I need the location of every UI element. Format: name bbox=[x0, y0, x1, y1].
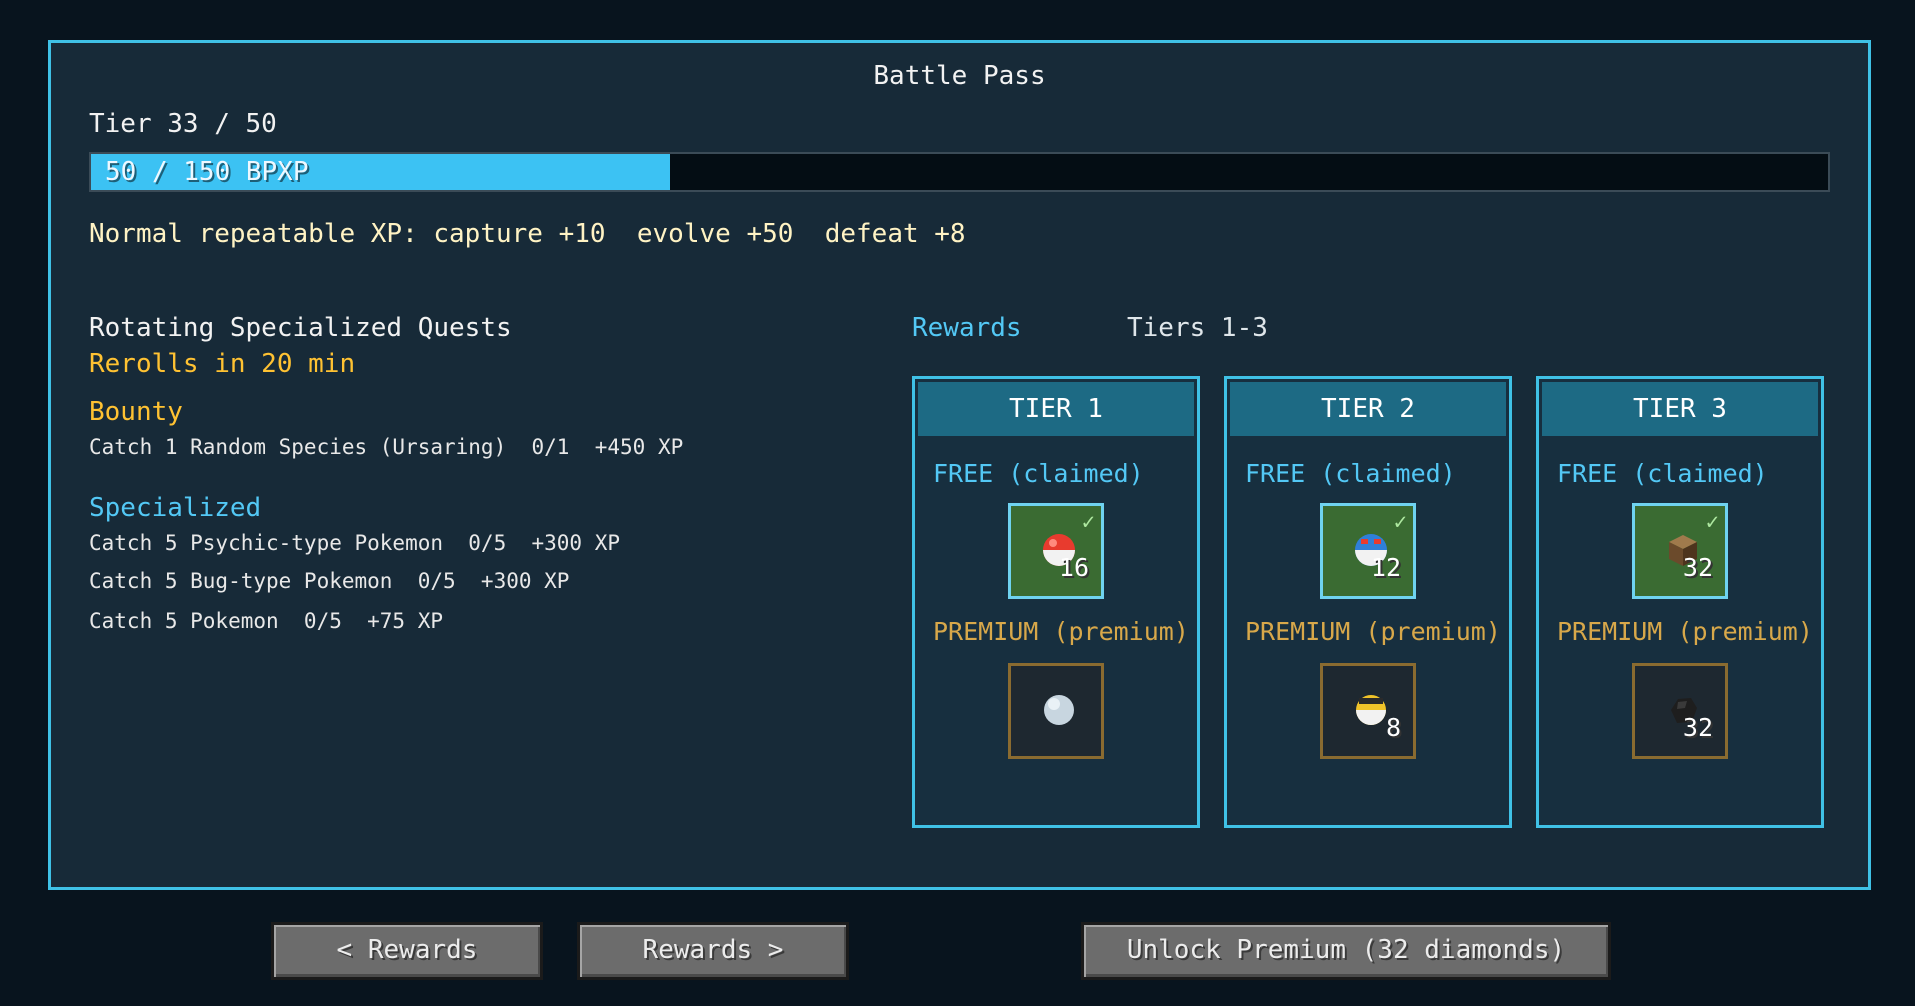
premium-reward-label: PREMIUM (premium) bbox=[933, 617, 1189, 646]
tier-label: Tier 33 / 50 bbox=[89, 109, 277, 139]
xp-progress-bar: 50 / 150 BPXP bbox=[89, 152, 1830, 192]
premium-reward-label: PREMIUM (premium) bbox=[1557, 617, 1813, 646]
claimed-check-icon: ✓ bbox=[1081, 510, 1095, 535]
tier-title: TIER 2 bbox=[1230, 382, 1506, 436]
tier-title: TIER 3 bbox=[1542, 382, 1818, 436]
specialized-quest: Catch 5 Bug-type Pokemon 0/5 +300 XP bbox=[89, 569, 570, 593]
reroll-timer: Rerolls in 20 min bbox=[89, 349, 356, 379]
free-reward-slot[interactable]: ✓ 32 bbox=[1632, 503, 1728, 599]
normal-xp-info: Normal repeatable XP: capture +10 evolve… bbox=[89, 219, 966, 249]
item-count: 8 bbox=[1385, 713, 1401, 742]
free-reward-slot[interactable]: ✓ 16 bbox=[1008, 503, 1104, 599]
free-reward-slot[interactable]: ✓ 12 bbox=[1320, 503, 1416, 599]
tier-title: TIER 1 bbox=[918, 382, 1194, 436]
quests-title: Rotating Specialized Quests bbox=[89, 313, 512, 343]
claimed-check-icon: ✓ bbox=[1393, 510, 1407, 535]
tier-card-2: TIER 2 FREE (claimed) ✓ 12 PREMIUM (prem… bbox=[1224, 376, 1512, 828]
claimed-check-icon: ✓ bbox=[1705, 510, 1719, 535]
snowball-icon bbox=[1044, 695, 1074, 725]
specialized-quest: Catch 5 Pokemon 0/5 +75 XP bbox=[89, 609, 444, 633]
free-reward-label: FREE (claimed) bbox=[1245, 459, 1456, 488]
free-reward-label: FREE (claimed) bbox=[933, 459, 1144, 488]
bounty-quest: Catch 1 Random Species (Ursaring) 0/1 +4… bbox=[89, 435, 684, 459]
item-count: 32 bbox=[1682, 713, 1713, 742]
premium-reward-slot[interactable] bbox=[1008, 663, 1104, 759]
next-rewards-button[interactable]: Rewards > bbox=[577, 922, 849, 980]
specialized-header: Specialized bbox=[89, 493, 262, 523]
item-count: 16 bbox=[1058, 553, 1089, 582]
tiers-range-label: Tiers 1-3 bbox=[1127, 313, 1268, 343]
premium-reward-label: PREMIUM (premium) bbox=[1245, 617, 1501, 646]
xp-progress-text: 50 / 150 BPXP bbox=[105, 157, 309, 187]
item-count: 12 bbox=[1370, 553, 1401, 582]
item-count: 32 bbox=[1682, 553, 1713, 582]
rewards-tab[interactable]: Rewards bbox=[912, 313, 1022, 343]
premium-reward-slot[interactable]: 32 bbox=[1632, 663, 1728, 759]
page-title: Battle Pass bbox=[873, 61, 1046, 91]
prev-rewards-button[interactable]: < Rewards bbox=[271, 922, 543, 980]
tier-card-3: TIER 3 FREE (claimed) ✓ 32 PREMIUM (prem… bbox=[1536, 376, 1824, 828]
specialized-quest: Catch 5 Psychic-type Pokemon 0/5 +300 XP bbox=[89, 531, 621, 555]
tier-card-1: TIER 1 FREE (claimed) ✓ 16 PREMIUM (prem… bbox=[912, 376, 1200, 828]
battle-pass-panel: Battle Pass Tier 33 / 50 50 / 150 BPXP N… bbox=[48, 40, 1871, 890]
bounty-header: Bounty bbox=[89, 397, 183, 427]
premium-reward-slot[interactable]: 8 bbox=[1320, 663, 1416, 759]
unlock-premium-button[interactable]: Unlock Premium (32 diamonds) bbox=[1081, 922, 1611, 980]
free-reward-label: FREE (claimed) bbox=[1557, 459, 1768, 488]
